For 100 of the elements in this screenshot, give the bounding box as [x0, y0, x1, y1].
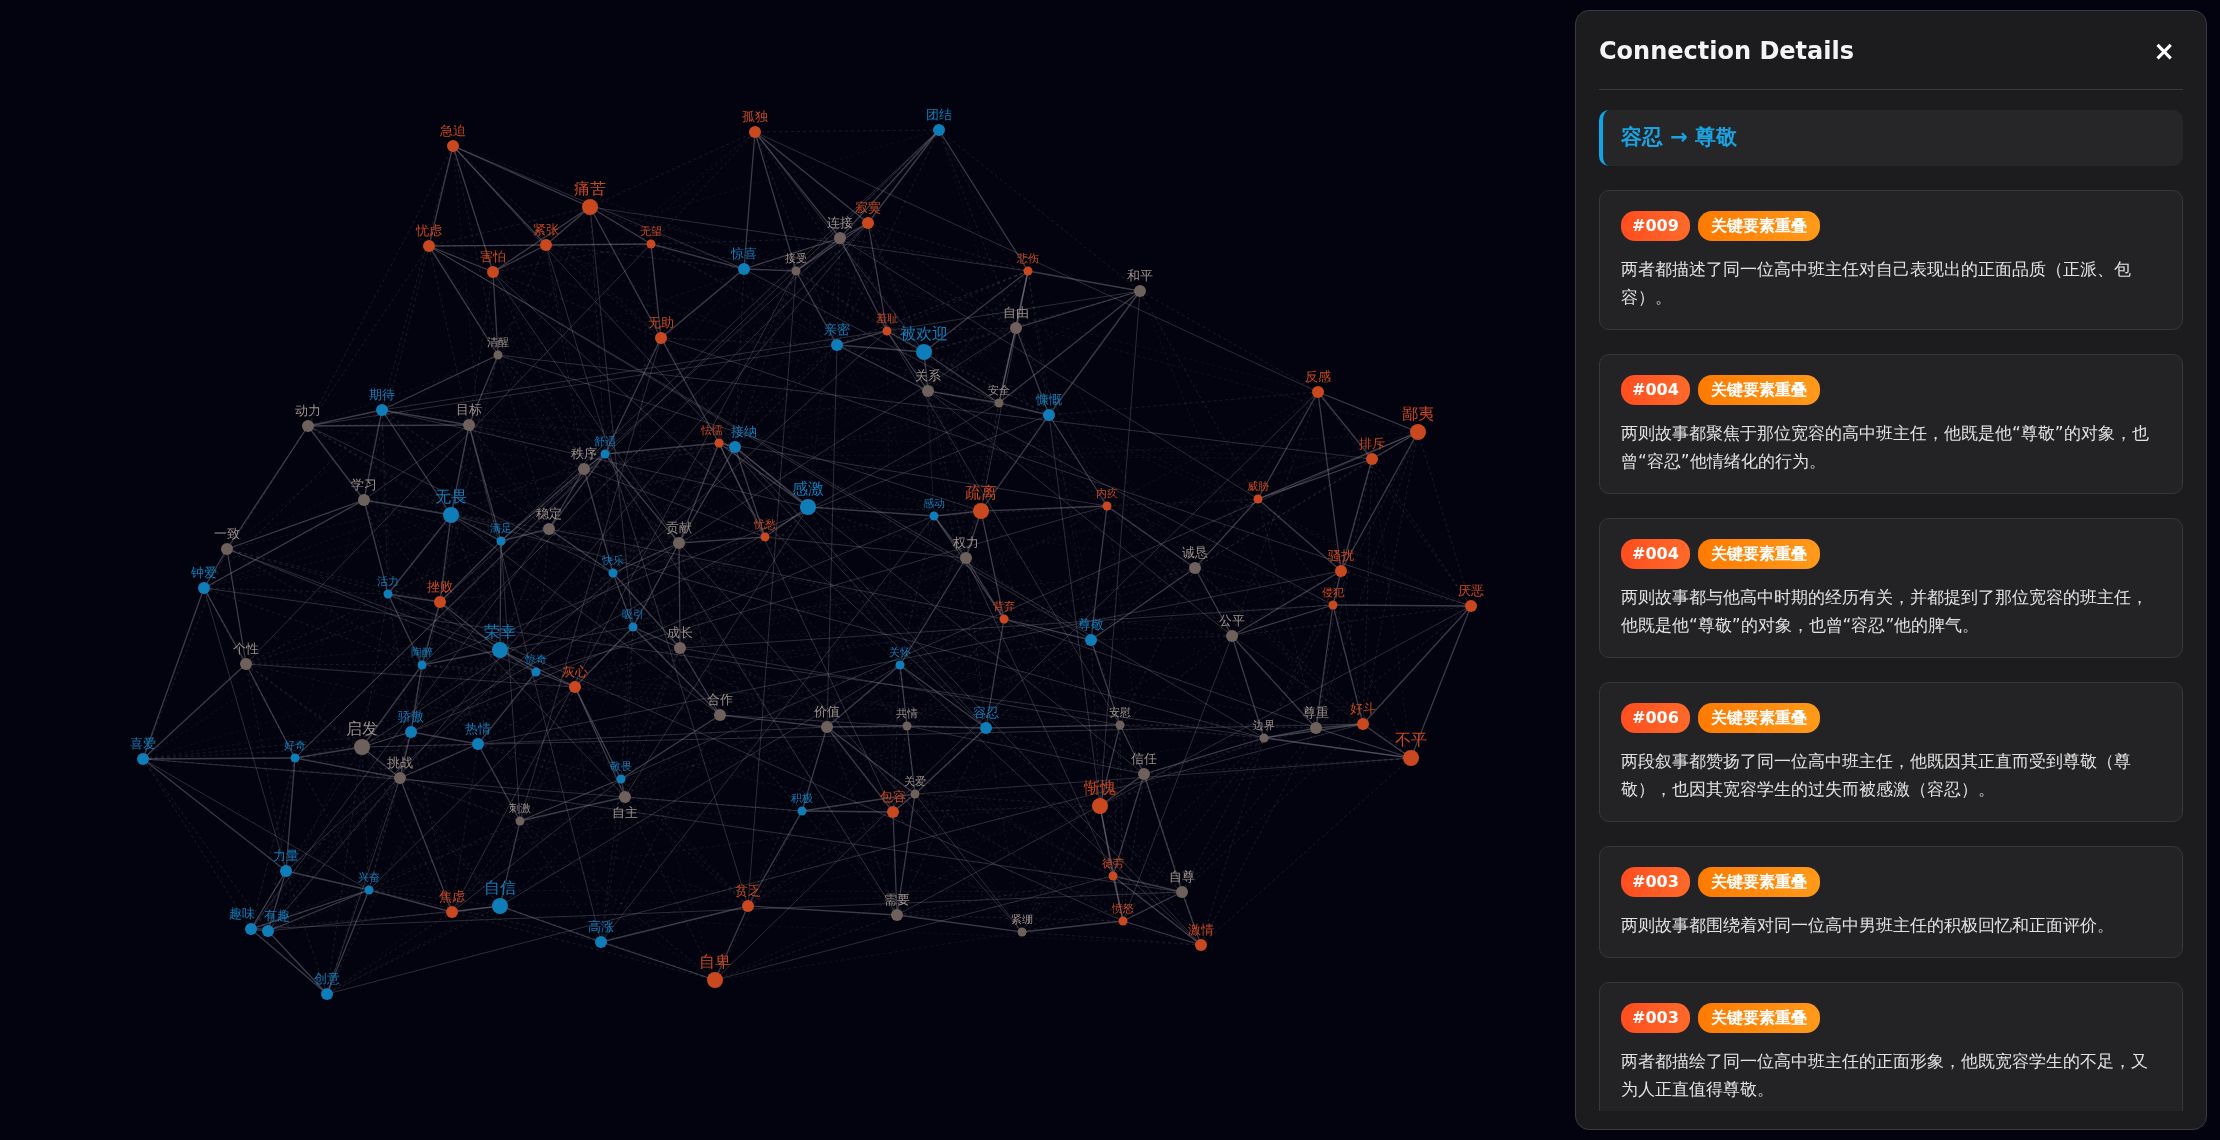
node-label: 吸引: [622, 607, 644, 621]
node-label: 灰心: [562, 664, 588, 679]
node-label: 排斥: [1359, 436, 1385, 451]
node-label: 包容: [880, 789, 906, 804]
match-description: 两则故事都围绕着对同一位高中男班主任的积极回忆和正面评价。: [1621, 913, 2115, 937]
node-label: 骚扰: [1328, 548, 1354, 563]
node-label: 自主: [612, 805, 638, 820]
node-label: 舒适: [594, 434, 616, 448]
node-label: 被欢迎: [900, 324, 948, 343]
node-label: 羞耻: [876, 311, 898, 325]
node-label: 诚恳: [1182, 545, 1208, 560]
node-label: 侵犯: [1322, 585, 1344, 599]
node-label: 好奇: [284, 738, 306, 752]
node-label: 和平: [1127, 268, 1153, 283]
node-label: 惊喜: [731, 246, 757, 261]
node-label: 自由: [1003, 305, 1029, 320]
node-label: 信任: [1131, 751, 1157, 766]
node-label: 寂寞: [855, 200, 881, 215]
node-label: 需要: [884, 892, 910, 907]
story-id-badge: #006: [1621, 702, 1690, 733]
node-label: 稳定: [536, 506, 562, 521]
match-description: 两段叙事都赞扬了同一位高中班主任，他既因其正直而受到尊敬（尊敬），也因其宽容学生的过失而被感激（容忍）。: [1621, 749, 2132, 801]
node-label: 背弃: [993, 599, 1015, 613]
node-label: 连接: [827, 215, 853, 230]
node-label: 贫乏: [735, 883, 761, 898]
node-label: 感激: [792, 479, 824, 498]
node-label: 有趣: [264, 908, 290, 923]
node-label: 无望: [640, 224, 662, 238]
node-label: 关怀: [889, 645, 911, 659]
story-id-badge: #004: [1621, 374, 1690, 405]
node-label: 价值: [814, 704, 840, 719]
node-label: 无畏: [435, 487, 467, 506]
node-label: 紧张: [533, 222, 559, 237]
match-description: 两则故事都与他高中时期的经历有关，并都提到了那位宽容的班主任，他既是他“尊敬”的对象，也曾“容忍”他的脾气。: [1621, 585, 2149, 637]
node-label: 边界: [1253, 718, 1275, 732]
match-type-tag: 关键要素重叠: [1697, 210, 1820, 241]
node-label: 成长: [667, 625, 693, 640]
node-label: 孤独: [742, 109, 768, 124]
node-label: 动力: [295, 403, 321, 418]
node-label: 惭愧: [1084, 778, 1116, 797]
panel-title: Connection Details: [1599, 36, 1854, 67]
match-type-tag: 关键要素重叠: [1697, 374, 1820, 405]
match-type-tag: 关键要素重叠: [1697, 538, 1820, 569]
node-label: 合作: [707, 692, 733, 707]
node-label: 关爱: [904, 774, 926, 788]
node-label: 骄傲: [398, 709, 424, 724]
node-label: 厌恶: [1458, 583, 1484, 598]
node-label: 活力: [377, 574, 399, 588]
node-label: 共情: [896, 706, 918, 720]
node-label: 徒劳: [1102, 856, 1124, 870]
node-label: 焦虑: [439, 889, 465, 904]
node-label: 尊重: [1303, 705, 1329, 720]
node-label: 急迫: [440, 123, 466, 138]
story-id-badge: #003: [1621, 866, 1690, 897]
node-label: 威胁: [1247, 479, 1269, 493]
node-label: 敬畏: [610, 759, 632, 773]
node-label: 满足: [490, 521, 512, 535]
node-label: 悲伤: [1017, 251, 1039, 265]
node-label: 接受: [785, 251, 807, 265]
node-label: 秩序: [571, 446, 597, 461]
node-label: 激情: [1188, 922, 1214, 937]
node-label: 惊奇: [525, 652, 547, 666]
node-label: 贡献: [666, 520, 692, 535]
node-label: 兴奋: [358, 870, 380, 884]
node-label: 安慰: [1109, 705, 1131, 719]
node-label: 启发: [346, 719, 378, 738]
node-label: 自尊: [1169, 869, 1195, 884]
node-label: 自卑: [699, 952, 731, 971]
story-id-badge: #003: [1621, 1002, 1690, 1033]
node-label: 疏离: [965, 483, 997, 502]
connection-heading: 容忍 → 尊敬: [1599, 110, 2183, 166]
node-label: 反感: [1305, 369, 1331, 384]
node-label: 挫败: [427, 579, 453, 594]
node-label: 慷慨: [1036, 392, 1062, 407]
node-label: 一致: [214, 526, 240, 541]
node-label: 忧愁: [754, 517, 776, 531]
node-label: 愤怒: [1112, 901, 1134, 915]
node-label: 目标: [456, 402, 482, 417]
node-label: 清醒: [487, 335, 509, 349]
node-label: 喜爱: [130, 736, 156, 751]
node-label: 公平: [1219, 613, 1245, 628]
match-description: 两者都描述了同一位高中班主任对自己表现出的正面品质（正派、包容）。: [1621, 257, 2132, 309]
node-label: 好斗: [1350, 701, 1376, 716]
story-id-badge: #009: [1621, 210, 1690, 241]
node-label: 个性: [233, 641, 259, 656]
match-description: 两者都描绘了同一位高中班主任的正面形象，他既宽容学生的不足，又为人正直值得尊敬。: [1621, 1049, 2149, 1101]
node-label: 安全: [988, 383, 1010, 397]
node-label: 关系: [915, 368, 941, 383]
match-type-tag: 关键要素重叠: [1697, 702, 1820, 733]
node-label: 高涨: [588, 919, 614, 934]
node-label: 尊敬: [1078, 617, 1104, 632]
node-label: 不平: [1395, 730, 1427, 749]
match-description: 两则故事都聚焦于那位宽容的高中班主任，他既是他“尊敬”的对象，也曾“容忍”他情绪化的行为。: [1621, 421, 2150, 473]
node-label: 钟爱: [191, 565, 217, 580]
node-label: 内疚: [1096, 486, 1118, 500]
node-label: 快乐: [602, 553, 624, 567]
match-type-tag: 关键要素重叠: [1697, 866, 1820, 897]
story-id-badge: #004: [1621, 538, 1690, 569]
close-button[interactable]: ×: [2145, 34, 2183, 68]
node-label: 亲密: [824, 322, 850, 337]
